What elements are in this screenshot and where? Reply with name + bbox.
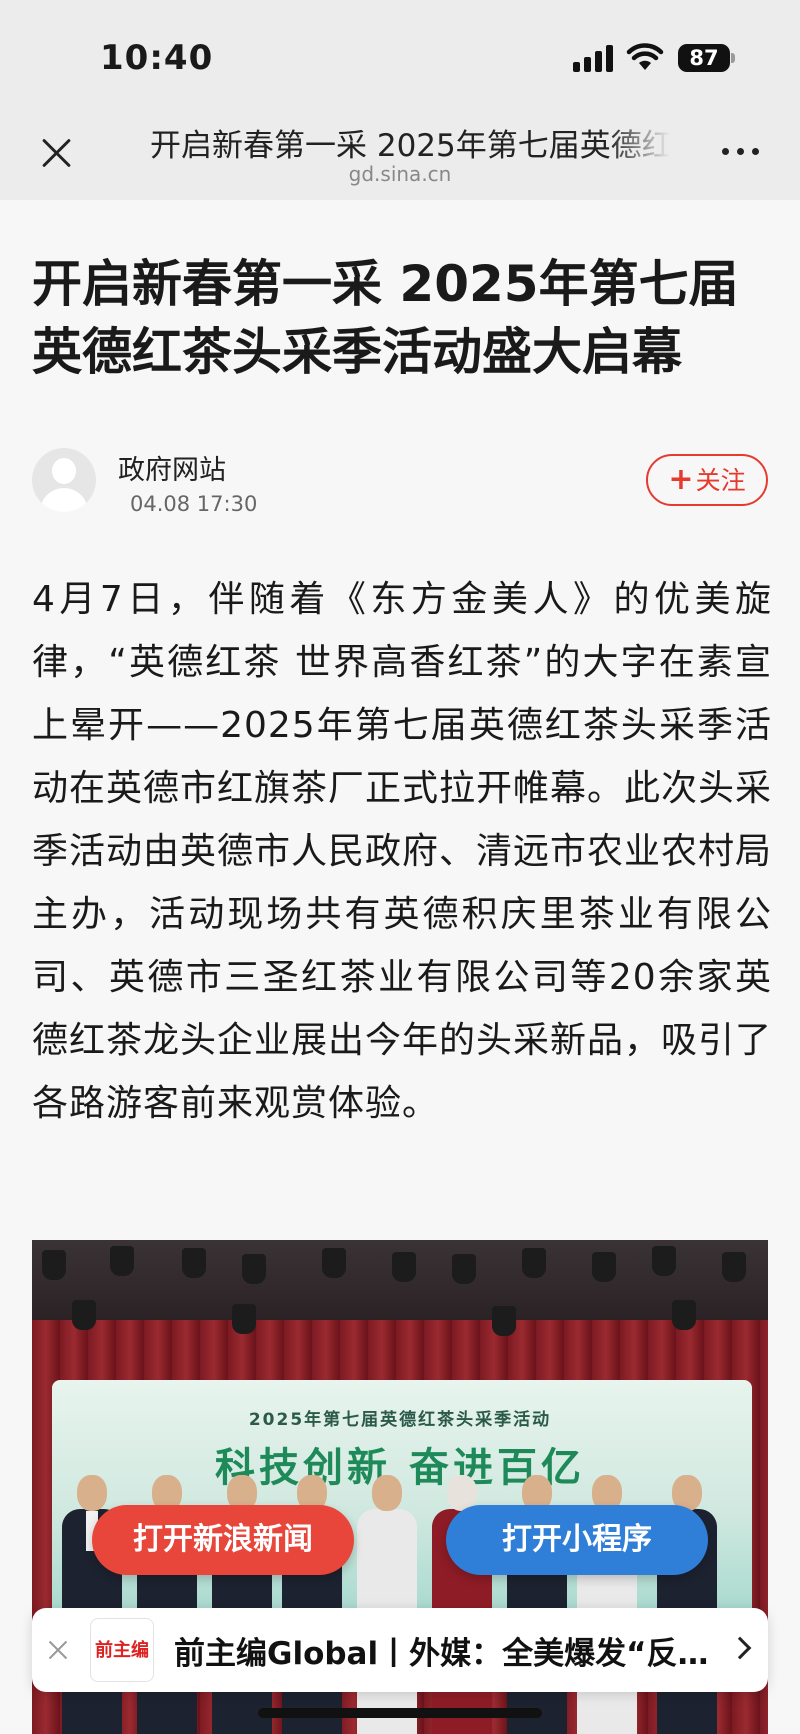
stage-light [42, 1250, 66, 1280]
stage-light [232, 1304, 256, 1334]
publish-time: 04.08 17:30 [130, 492, 258, 516]
home-indicator[interactable] [258, 1708, 542, 1718]
stage-light [72, 1300, 96, 1330]
stage-light [182, 1248, 206, 1278]
stage-light [322, 1248, 346, 1278]
open-sina-news-button[interactable]: 打开新浪新闻 [92, 1505, 354, 1575]
open-mini-program-button[interactable]: 打开小程序 [446, 1505, 708, 1575]
follow-button[interactable]: +关注 [646, 454, 768, 506]
banner-logo: 前主编 [90, 1618, 154, 1682]
battery-icon: 87 [678, 44, 730, 72]
screen-title: 2025年第七届英德红茶头采季活动 [248, 1410, 552, 1430]
article-body: 4月7日，伴随着《东方金美人》的优美旋律，“英德红茶 世界高香红茶”的大字在素宣… [32, 579, 773, 1124]
chevron-right-icon[interactable] [728, 1636, 752, 1660]
avatar-body [40, 488, 88, 512]
person [357, 1475, 417, 1734]
stage-light [492, 1306, 516, 1336]
stage-light [392, 1252, 416, 1282]
nav-title: 开启新春第一采 2025年第七届英德红茶头采季活动盛大启幕 [150, 128, 670, 164]
stage-light [652, 1246, 676, 1276]
follow-label: 关注 [695, 466, 746, 495]
avatar-head [52, 458, 76, 484]
banner-logo-text: 前主编 [95, 1640, 149, 1661]
stage-light [242, 1254, 266, 1284]
battery-cap [731, 53, 735, 63]
close-icon[interactable] [46, 1638, 70, 1662]
banner-headline[interactable]: 前主编Global丨外媒：全美爆发“反特朗普”示威活动 [174, 1628, 714, 1673]
nav-domain: gd.sina.cn [348, 162, 452, 186]
more-icon[interactable] [722, 148, 762, 158]
signal-icon [573, 44, 615, 72]
wifi-icon [626, 43, 664, 70]
stage-light [592, 1252, 616, 1282]
plus-icon: + [668, 462, 694, 497]
stage-light [672, 1300, 696, 1330]
stage-light [722, 1252, 746, 1282]
stage-light [522, 1248, 546, 1278]
stage-light [110, 1246, 134, 1276]
nav-bar: 开启新春第一采 2025年第七届英德红茶头采季活动盛大启幕 gd.sina.cn [0, 110, 800, 200]
author-name[interactable]: 政府网站 [118, 448, 226, 487]
article-headline: 开启新春第一采 2025年第七届英德红茶头采季活动盛大启幕 [32, 255, 739, 381]
author-avatar[interactable] [32, 448, 96, 512]
stage-light [452, 1254, 476, 1284]
news-banner[interactable]: 前主编 前主编Global丨外媒：全美爆发“反特朗普”示威活动 [32, 1608, 768, 1692]
status-bar: 10:40 87 [0, 0, 800, 110]
status-time: 10:40 [100, 38, 214, 78]
